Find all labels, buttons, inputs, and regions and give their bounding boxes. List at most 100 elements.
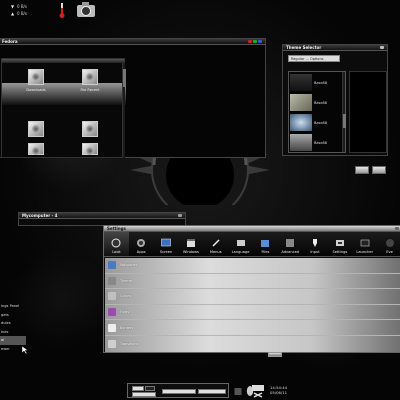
settings-row[interactable]: Theme bbox=[105, 274, 400, 290]
tab-apps[interactable]: Apps bbox=[129, 232, 154, 256]
theme-selector-window[interactable]: Theme Selector Regular ... Options Base8… bbox=[282, 44, 388, 156]
file-label: File Recent bbox=[80, 88, 100, 92]
tab-label: Eve bbox=[386, 250, 393, 254]
theme-thumbnail bbox=[290, 94, 312, 111]
apply-button[interactable] bbox=[372, 166, 386, 174]
theme-thumbnail bbox=[290, 134, 312, 151]
menu-item[interactable]: ings Panel bbox=[0, 302, 26, 311]
menu-item[interactable]: dules bbox=[0, 319, 26, 328]
thermometer-icon[interactable] bbox=[58, 2, 66, 19]
pane-header bbox=[2, 59, 124, 63]
tab-launcher[interactable]: Launcher bbox=[352, 232, 377, 256]
taskbar-item[interactable] bbox=[198, 389, 226, 394]
computer-window[interactable]: Mycomputer - 4 bbox=[18, 212, 186, 226]
settings-list: Wallpaper Theme Colors Fonts Borders Tra… bbox=[105, 258, 400, 352]
menu-item[interactable]: gets bbox=[0, 311, 26, 320]
file-icon[interactable] bbox=[82, 143, 98, 155]
tab-look[interactable]: Look bbox=[104, 232, 129, 256]
tab-advanced[interactable]: Advanced bbox=[278, 232, 303, 256]
cancel-button[interactable] bbox=[355, 166, 369, 174]
theme-icon bbox=[108, 276, 116, 285]
settings-row-label: Theme bbox=[120, 278, 132, 283]
menu-item[interactable]: ines bbox=[0, 328, 26, 337]
close-button[interactable] bbox=[380, 46, 384, 49]
settings-row-label: Borders bbox=[120, 325, 134, 330]
file-icon[interactable] bbox=[28, 143, 44, 155]
network-monitor: ▼ 0 B/s ▲ 0 B/s bbox=[10, 3, 50, 17]
files-icon bbox=[260, 237, 271, 248]
theme-list-item[interactable]: Base88 bbox=[290, 93, 344, 112]
screen-icon bbox=[161, 237, 172, 248]
wallpaper-icon bbox=[108, 261, 116, 270]
tab-input[interactable]: Input bbox=[303, 232, 328, 256]
tab-windows[interactable]: Windows bbox=[178, 232, 203, 256]
fonts-icon bbox=[108, 308, 116, 317]
language-icon bbox=[235, 237, 246, 248]
window-title: Theme Selector bbox=[286, 45, 322, 50]
scrollbar-thumb[interactable] bbox=[343, 114, 346, 128]
theme-search-field[interactable]: Regular ... Options bbox=[288, 55, 340, 62]
clock[interactable]: 14:54:44 05/06/11 bbox=[270, 385, 287, 395]
theme-list-item[interactable]: Base88 bbox=[290, 113, 344, 132]
selection-highlight bbox=[2, 83, 126, 105]
taskbar-item[interactable] bbox=[162, 389, 196, 394]
settings-icon bbox=[334, 237, 345, 248]
theme-list[interactable]: Base88 Base88 Base88 Base88 bbox=[288, 71, 346, 153]
logo-ray bbox=[130, 165, 153, 175]
tab-eve[interactable]: Eve bbox=[377, 232, 400, 256]
theme-list-item[interactable]: Base88 bbox=[290, 133, 344, 152]
tab-screen[interactable]: Screen bbox=[154, 232, 179, 256]
tab-label: Look bbox=[112, 250, 121, 254]
minimize-button[interactable] bbox=[258, 40, 262, 43]
close-button[interactable] bbox=[178, 214, 182, 217]
maximize-button[interactable] bbox=[253, 40, 257, 43]
camera-icon[interactable] bbox=[76, 1, 96, 18]
window-resize-handle[interactable] bbox=[268, 352, 282, 357]
window-title: Settings bbox=[107, 226, 126, 231]
settings-row[interactable]: Borders bbox=[105, 320, 400, 336]
theme-name: Base88 bbox=[314, 100, 327, 105]
settings-window[interactable]: Settings Look Apps Screen Windows Menus … bbox=[103, 225, 400, 353]
file-manager-titlebar[interactable]: Fedora bbox=[0, 39, 265, 45]
theme-selector-titlebar[interactable]: Theme Selector bbox=[283, 45, 387, 51]
upload-rate: 0 B/s bbox=[17, 11, 27, 16]
settings-row[interactable]: Transitions bbox=[105, 336, 400, 352]
vertical-scrollbar[interactable] bbox=[342, 72, 346, 152]
tab-label: Settings bbox=[332, 250, 348, 254]
settings-row[interactable]: Colors bbox=[105, 289, 400, 305]
tab-label: Language bbox=[231, 250, 250, 254]
settings-row[interactable]: Wallpaper bbox=[105, 258, 400, 274]
tab-menus[interactable]: Menus bbox=[203, 232, 228, 256]
file-label: Downloads bbox=[26, 88, 46, 92]
file-icon[interactable] bbox=[82, 69, 98, 85]
up-arrow-icon: ▲ bbox=[10, 11, 15, 16]
close-button[interactable] bbox=[395, 227, 399, 230]
vertical-scrollbar[interactable] bbox=[122, 63, 126, 158]
tab-label: Files bbox=[261, 250, 270, 254]
tab-language[interactable]: Language bbox=[228, 232, 253, 256]
file-manager-window[interactable]: Fedora Downloads File Recent bbox=[0, 38, 266, 158]
tab-files[interactable]: Files bbox=[253, 232, 278, 256]
pager-desktop[interactable] bbox=[145, 386, 155, 391]
close-button[interactable] bbox=[248, 40, 252, 43]
settings-row[interactable]: Fonts bbox=[105, 305, 400, 321]
theme-list-item[interactable]: Base88 bbox=[290, 73, 344, 92]
tab-settings[interactable]: Settings bbox=[327, 232, 352, 256]
pager-desktop[interactable] bbox=[132, 386, 144, 391]
file-icon[interactable] bbox=[82, 121, 98, 137]
scrollbar-thumb[interactable] bbox=[123, 69, 126, 87]
down-arrow-icon: ▼ bbox=[10, 4, 15, 9]
file-icon-view[interactable]: Downloads File Recent bbox=[1, 58, 126, 158]
network-tray-icon[interactable] bbox=[251, 384, 265, 398]
disk-icon[interactable] bbox=[234, 385, 242, 397]
menu-item[interactable]: ol bbox=[0, 336, 26, 345]
theme-thumbnail bbox=[290, 74, 312, 91]
input-icon bbox=[310, 237, 321, 248]
file-icon[interactable] bbox=[28, 69, 44, 85]
tab-label: Launcher bbox=[356, 250, 374, 254]
window-title: Fedora bbox=[2, 39, 18, 44]
file-icon[interactable] bbox=[28, 121, 44, 137]
pager-desktop[interactable] bbox=[132, 392, 156, 397]
bottom-panel bbox=[127, 383, 229, 398]
computer-window-titlebar[interactable]: Mycomputer - 4 bbox=[19, 213, 185, 219]
